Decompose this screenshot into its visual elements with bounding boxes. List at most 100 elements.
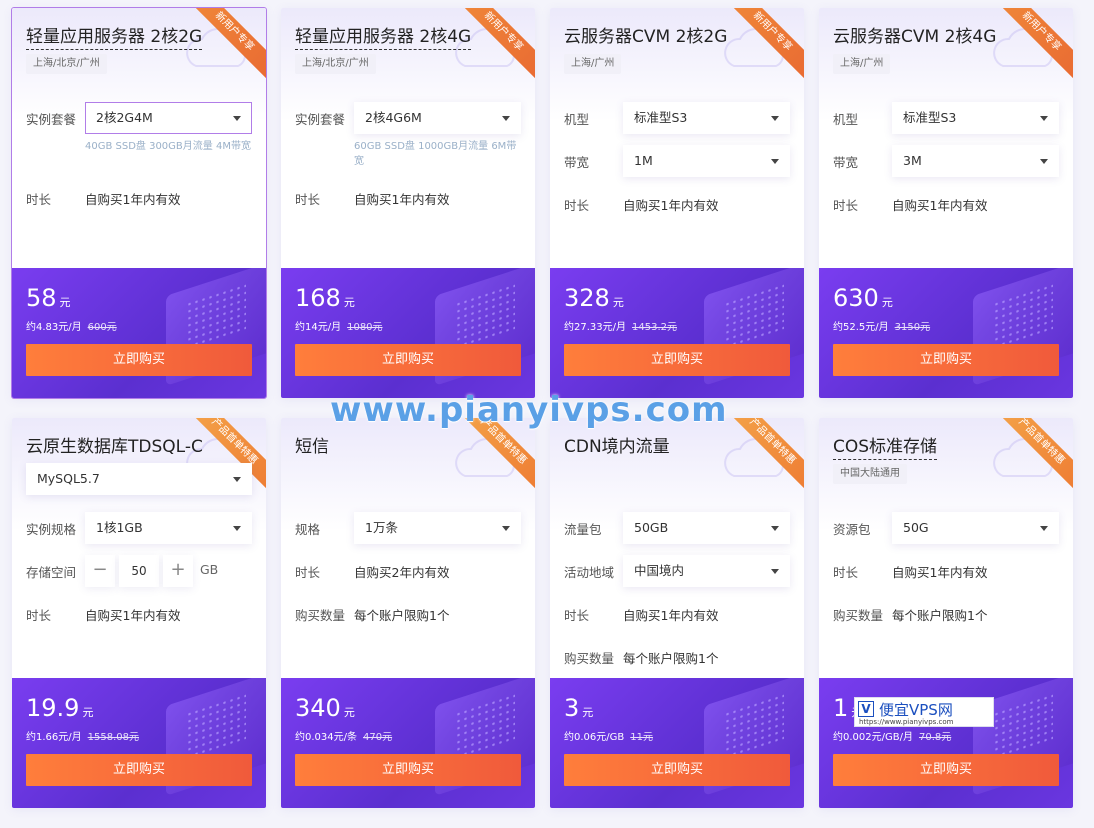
spec-select-value: 1万条 bbox=[365, 520, 398, 535]
card-title: 云原生数据库TDSQL-C bbox=[26, 437, 203, 457]
model-select-value: 标准型S3 bbox=[634, 110, 688, 125]
chevron-down-icon bbox=[233, 116, 241, 121]
per-month-price: 约4.83元/月 bbox=[26, 322, 82, 333]
bandwidth-select[interactable]: 3M bbox=[892, 145, 1059, 177]
logo-mark-icon: V bbox=[858, 701, 874, 717]
card-title: 短信 bbox=[295, 437, 329, 457]
region-tag: 上海/北京/广州 bbox=[295, 54, 376, 74]
original-price: 470元 bbox=[363, 732, 393, 743]
buy-now-button[interactable]: 立即购买 bbox=[833, 754, 1059, 786]
card-title: 轻量应用服务器 2核2G bbox=[26, 22, 203, 50]
field-label-spec: 规格 bbox=[295, 522, 321, 537]
spec-select[interactable]: 1万条 bbox=[354, 512, 521, 544]
price-unit: 元 bbox=[881, 296, 893, 309]
field-label-duration: 时长 bbox=[26, 192, 52, 207]
buy-now-button[interactable]: 立即购买 bbox=[295, 344, 521, 376]
site-watermark: www.pianyivps.com bbox=[330, 390, 728, 430]
per-month-price: 约52.5元/月 bbox=[833, 322, 889, 333]
chevron-down-icon bbox=[502, 526, 510, 531]
buy-now-button[interactable]: 立即购买 bbox=[26, 754, 252, 786]
field-label-traffic-pack: 流量包 bbox=[564, 522, 602, 537]
price-detail: 约4.83元/月 600元 bbox=[26, 318, 117, 333]
chevron-down-icon bbox=[233, 526, 241, 531]
price: 630 元 bbox=[833, 284, 893, 312]
package-hint: 40GB SSD盘 300GB月流量 4M带宽 bbox=[85, 141, 251, 152]
original-price: 1080元 bbox=[347, 322, 383, 333]
storage-input[interactable]: 50 bbox=[119, 555, 159, 587]
price-detail: 约0.002元/GB/月 70.8元 bbox=[833, 728, 951, 743]
field-label-bandwidth: 带宽 bbox=[833, 155, 859, 170]
price-panel: 630 元 约52.5元/月 3150元 立即购买 bbox=[819, 268, 1073, 398]
field-label-duration: 时长 bbox=[295, 192, 321, 207]
card-title: COS标准存储 bbox=[833, 432, 938, 460]
quantity-value: 每个账户限购1个 bbox=[354, 608, 450, 623]
traffic-pack-select[interactable]: 50GB bbox=[623, 512, 790, 544]
product-card-cvm-2c2g: 新用户专享 云服务器CVM 2核2G 上海/广州 机型 标准型S3 带宽 1M … bbox=[550, 8, 804, 398]
buy-now-button[interactable]: 立即购买 bbox=[295, 754, 521, 786]
field-label-model: 机型 bbox=[833, 112, 859, 127]
price: 168 元 bbox=[295, 284, 355, 312]
price-unit: 元 bbox=[59, 296, 71, 309]
resource-pack-select[interactable]: 50G bbox=[892, 512, 1059, 544]
duration-value: 自购买1年内有效 bbox=[85, 608, 181, 623]
package-select[interactable]: 2核2G4M bbox=[85, 102, 252, 134]
price-panel: 328 元 约27.33元/月 1453.2元 立即购买 bbox=[550, 268, 804, 398]
original-price: 1453.2元 bbox=[632, 322, 677, 333]
storage-unit: GB bbox=[200, 562, 219, 577]
storage-stepper: − 50 + bbox=[85, 555, 193, 587]
price-unit: 元 bbox=[343, 296, 355, 309]
region-tag: 上海/广州 bbox=[833, 54, 891, 74]
price-unit: 元 bbox=[82, 706, 94, 719]
quantity-value: 每个账户限购1个 bbox=[623, 651, 719, 666]
buy-now-button[interactable]: 立即购买 bbox=[833, 344, 1059, 376]
field-label-duration: 时长 bbox=[564, 608, 590, 623]
field-label-resource-pack: 资源包 bbox=[833, 522, 871, 537]
per-month-price: 约1.66元/月 bbox=[26, 732, 82, 743]
spec-select[interactable]: 1核1GB bbox=[85, 512, 252, 544]
package-hint: 60GB SSD盘 1000GB月流量 6M带宽 bbox=[354, 141, 517, 167]
bandwidth-select[interactable]: 1M bbox=[623, 145, 790, 177]
model-select[interactable]: 标准型S3 bbox=[623, 102, 790, 134]
price-panel: 58 元 约4.83元/月 600元 立即购买 bbox=[12, 268, 266, 398]
buy-now-button[interactable]: 立即购买 bbox=[564, 754, 790, 786]
region-select[interactable]: 中国境内 bbox=[623, 555, 790, 587]
card-title: 轻量应用服务器 2核4G bbox=[295, 22, 472, 50]
product-card-cos: 产品首单特惠 COS标准存储 中国大陆通用 资源包 50G 时长 自购买1年内有… bbox=[819, 418, 1073, 808]
price-value: 1 bbox=[833, 694, 849, 722]
model-select[interactable]: 标准型S3 bbox=[892, 102, 1059, 134]
plus-button[interactable]: + bbox=[163, 555, 193, 587]
chevron-down-icon bbox=[771, 159, 779, 164]
price-detail: 约52.5元/月 3150元 bbox=[833, 318, 930, 333]
region-tag: 上海/广州 bbox=[564, 54, 622, 74]
minus-button[interactable]: − bbox=[85, 555, 115, 587]
per-month-price: 约27.33元/月 bbox=[564, 322, 626, 333]
original-price: 70.8元 bbox=[918, 732, 952, 743]
price-detail: 约1.66元/月 1558.08元 bbox=[26, 728, 139, 743]
price-panel: 19.9 元 约1.66元/月 1558.08元 立即购买 bbox=[12, 678, 266, 808]
price-panel: 340 元 约0.034元/条 470元 立即购买 bbox=[281, 678, 535, 808]
field-label-duration: 时长 bbox=[26, 608, 52, 623]
chevron-down-icon bbox=[502, 116, 510, 121]
region-tag: 中国大陆通用 bbox=[833, 464, 907, 484]
field-label-duration: 时长 bbox=[295, 565, 321, 580]
duration-value: 自购买1年内有效 bbox=[354, 192, 450, 207]
duration-value: 自购买1年内有效 bbox=[892, 565, 988, 580]
card-title: 云服务器CVM 2核4G bbox=[833, 27, 997, 47]
package-select[interactable]: 2核4G6M bbox=[354, 102, 521, 134]
price-detail: 约14元/月 1080元 bbox=[295, 318, 383, 333]
engine-select[interactable]: MySQL5.7 bbox=[26, 463, 252, 495]
buy-now-button[interactable]: 立即购买 bbox=[564, 344, 790, 376]
field-label-quantity: 购买数量 bbox=[564, 651, 615, 666]
price-value: 19.9 bbox=[26, 694, 80, 722]
chevron-down-icon bbox=[1040, 116, 1048, 121]
duration-value: 自购买2年内有效 bbox=[354, 565, 450, 580]
chevron-down-icon bbox=[233, 477, 241, 482]
buy-now-button[interactable]: 立即购买 bbox=[26, 344, 252, 376]
per-month-price: 约14元/月 bbox=[295, 322, 342, 333]
price-panel: 168 元 约14元/月 1080元 立即购买 bbox=[281, 268, 535, 398]
price: 3元 bbox=[564, 694, 593, 722]
product-card-lighthouse-2c4g: 新用户专享 轻量应用服务器 2核4G 上海/北京/广州 实例套餐 2核4G6M … bbox=[281, 8, 535, 398]
price: 340 元 bbox=[295, 694, 355, 722]
price-value: 58 bbox=[26, 284, 57, 312]
field-label-region: 活动地域 bbox=[564, 565, 615, 580]
